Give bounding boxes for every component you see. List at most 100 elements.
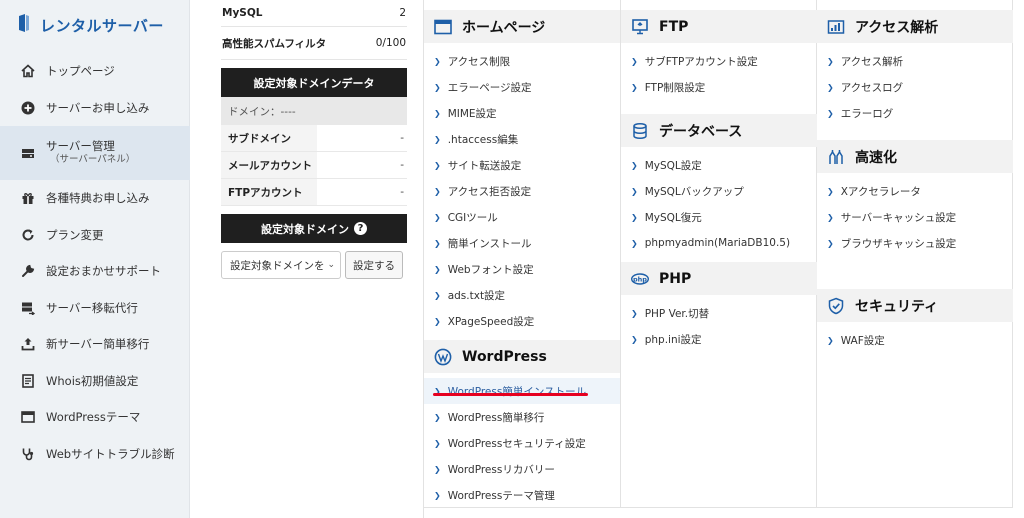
link-sub-ftp-account[interactable]: ❯ サブFTPアカウント設定: [621, 48, 817, 74]
section-speed-links: ❯ Xアクセラレータ ❯ サーバーキャッシュ設定 ❯ ブラウザキャッシュ設定: [817, 173, 1013, 262]
chevron-right-icon: ❯: [434, 56, 441, 66]
link-wordpress-security[interactable]: ❯ WordPressセキュリティ設定: [424, 430, 620, 456]
section-wordpress-header: WordPress: [424, 340, 620, 373]
section-homepage-header: ホームページ: [424, 10, 620, 43]
link-mysql-settings[interactable]: ❯ MySQL設定: [621, 152, 817, 178]
link-label: サーバーキャッシュ設定: [840, 211, 957, 224]
sidebar-item-plan-change[interactable]: プラン変更: [0, 217, 190, 254]
chevron-right-icon: ❯: [631, 186, 638, 196]
link-wordpress-recovery[interactable]: ❯ WordPressリカバリー: [424, 456, 620, 482]
target-domain-header: 設定対象ドメイン ?: [221, 214, 407, 243]
link-php-ini[interactable]: ❯ php.ini設定: [621, 326, 817, 352]
server-drive-icon: [20, 145, 36, 161]
link-mime[interactable]: ❯ MIME設定: [424, 100, 620, 126]
link-label: PHP Ver.切替: [644, 307, 710, 320]
link-error-page[interactable]: ❯ エラーページ設定: [424, 74, 620, 100]
link-browser-cache[interactable]: ❯ ブラウザキャッシュ設定: [817, 230, 1013, 256]
link-label: アクセス解析: [840, 55, 904, 68]
sidebar-item-site-diagnosis[interactable]: Webサイトトラブル診断: [0, 436, 190, 473]
link-site-redirect[interactable]: ❯ サイト転送設定: [424, 152, 620, 178]
link-php-version[interactable]: ❯ PHP Ver.切替: [621, 300, 817, 326]
link-waf[interactable]: ❯ WAF設定: [817, 327, 1013, 353]
link-xpagespeed[interactable]: ❯ XPageSpeed設定: [424, 308, 620, 334]
link-label: アクセス拒否設定: [447, 185, 532, 198]
link-wordpress-theme-management[interactable]: ❯ WordPressテーマ管理: [424, 482, 620, 508]
sidebar-item-label: Whois初期値設定: [46, 373, 139, 388]
link-wordpress-easy-install[interactable]: ❯ WordPress簡単インストール: [424, 378, 620, 404]
link-mysql-backup[interactable]: ❯ MySQLバックアップ: [621, 178, 817, 204]
document-icon: [20, 373, 36, 389]
menu-column-2: FTP ❯ サブFTPアカウント設定 ❯ FTP制限設定 データベース ❯ MySQL…: [621, 10, 817, 358]
link-x-accelerator[interactable]: ❯ Xアクセラレータ: [817, 178, 1013, 204]
chevron-right-icon: ❯: [631, 82, 638, 92]
shield-icon: [826, 296, 846, 316]
link-ads-txt[interactable]: ❯ ads.txt設定: [424, 282, 620, 308]
monitor-icon: [630, 17, 650, 37]
sidebar-item-top[interactable]: トップページ: [0, 53, 190, 90]
chevron-right-icon: ❯: [434, 82, 441, 92]
domain-row-subdomain: サブドメイン -: [221, 125, 407, 152]
section-security-header: セキュリティ: [817, 289, 1013, 322]
link-web-font[interactable]: ❯ Webフォント設定: [424, 256, 620, 282]
section-title: ホームページ: [462, 19, 546, 36]
sidebar-item-label: サーバー移転代行: [46, 300, 138, 315]
link-cgi-tools[interactable]: ❯ CGIツール: [424, 204, 620, 230]
section-php-header: php PHP: [621, 262, 817, 295]
brand-logo-icon: [17, 14, 31, 36]
sidebar-item-benefits[interactable]: 各種特典お申し込み: [0, 180, 190, 217]
section-title: PHP: [659, 270, 692, 287]
link-label: ブラウザキャッシュ設定: [840, 237, 957, 250]
sidebar-item-whois[interactable]: Whois初期値設定: [0, 363, 190, 400]
sidebar-item-label: トップページ: [46, 64, 115, 79]
link-access-restriction[interactable]: ❯ アクセス制限: [424, 48, 620, 74]
stethoscope-icon: [20, 446, 36, 462]
link-easy-install[interactable]: ❯ 簡単インストール: [424, 230, 620, 256]
home-icon: [20, 63, 36, 79]
link-label: MySQL復元: [644, 211, 702, 224]
link-label: エラーログ: [840, 107, 894, 120]
chevron-right-icon: ❯: [434, 238, 441, 248]
chevron-right-icon: ❯: [631, 212, 638, 222]
link-error-log[interactable]: ❯ エラーログ: [817, 100, 1013, 126]
link-wordpress-easy-migration[interactable]: ❯ WordPress簡単移行: [424, 404, 620, 430]
section-analytics-links: ❯ アクセス解析 ❯ アクセスログ ❯ エラーログ: [817, 43, 1013, 132]
help-icon[interactable]: ?: [354, 222, 367, 235]
section-php-links: ❯ PHP Ver.切替 ❯ php.ini設定: [621, 295, 817, 358]
wordpress-icon: [433, 347, 453, 367]
link-access-deny[interactable]: ❯ アクセス拒否設定: [424, 178, 620, 204]
sidebar-item-easy-migration[interactable]: 新サーバー簡単移行: [0, 326, 190, 363]
brand[interactable]: レンタルサーバー: [17, 14, 164, 36]
sidebar-item-setup-support[interactable]: 設定おまかせサポート: [0, 253, 190, 290]
sidebar-item-label: サーバーお申し込み: [46, 100, 150, 115]
target-domain-select[interactable]: 設定対象ドメインを ⌄: [221, 251, 341, 279]
wrench-icon: [20, 263, 36, 279]
link-server-cache[interactable]: ❯ サーバーキャッシュ設定: [817, 204, 1013, 230]
sidebar-item-label: WordPressテーマ: [46, 410, 141, 425]
sidebar-item-wordpress-theme[interactable]: WordPressテーマ: [0, 399, 190, 436]
set-domain-button[interactable]: 設定する: [345, 251, 403, 279]
domain-line: ドメイン：----: [221, 97, 407, 125]
chevron-right-icon: ❯: [434, 108, 441, 118]
target-domain-select-value: 設定対象ドメインを: [230, 259, 325, 272]
window-icon: [20, 409, 36, 425]
section-ftp-header: FTP: [621, 10, 817, 43]
sidebar-item-server-management[interactable]: サーバー管理 （サーバーパネル）: [0, 126, 190, 180]
link-access-log[interactable]: ❯ アクセスログ: [817, 74, 1013, 100]
link-label: Webフォント設定: [447, 263, 534, 276]
usage-row-spam-filter: 高性能スパムフィルタ 0/100: [221, 27, 407, 60]
link-phpmyadmin[interactable]: ❯ phpmyadmin(MariaDB10.5): [621, 230, 817, 256]
link-htaccess[interactable]: ❯ .htaccess編集: [424, 126, 620, 152]
domain-row-value: -: [400, 132, 404, 144]
link-label: MySQLバックアップ: [644, 185, 744, 198]
link-mysql-restore[interactable]: ❯ MySQL復元: [621, 204, 817, 230]
sidebar-item-server-transfer[interactable]: サーバー移転代行: [0, 290, 190, 327]
link-ftp-restriction[interactable]: ❯ FTP制限設定: [621, 74, 817, 100]
highlight-underline: [433, 393, 588, 396]
domain-row-value: -: [400, 159, 404, 171]
section-homepage-links: ❯ アクセス制限 ❯ エラーページ設定 ❯ MIME設定 ❯ .htaccess編集 ❯…: [424, 43, 620, 340]
link-label: CGIツール: [447, 211, 498, 224]
sidebar-item-server-apply[interactable]: サーバーお申し込み: [0, 90, 190, 127]
link-label: アクセス制限: [447, 55, 511, 68]
link-access-analytics[interactable]: ❯ アクセス解析: [817, 48, 1013, 74]
chevron-right-icon: ❯: [631, 56, 638, 66]
